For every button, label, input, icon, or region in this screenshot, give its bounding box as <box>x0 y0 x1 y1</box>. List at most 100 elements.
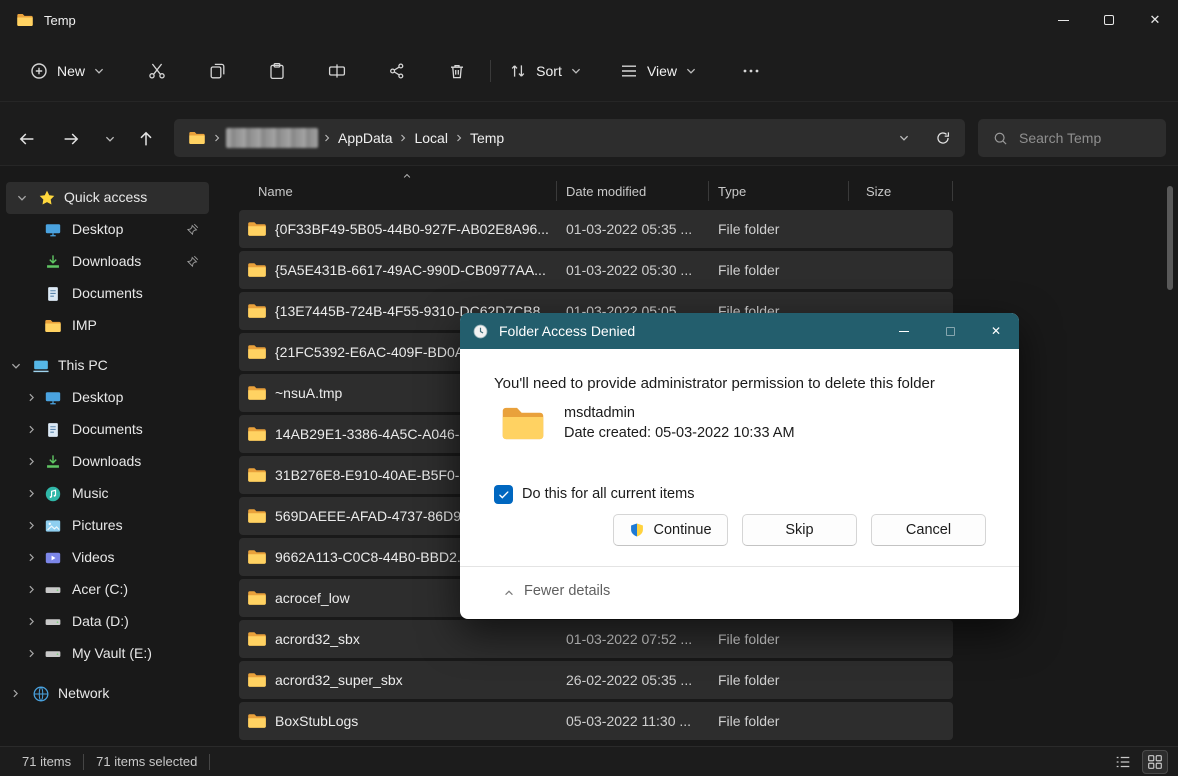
cut-button[interactable] <box>137 53 177 89</box>
vertical-scrollbar[interactable] <box>1167 180 1173 736</box>
share-button[interactable] <box>377 53 417 89</box>
chevron-right-icon[interactable] <box>26 520 37 531</box>
drive-icon <box>44 613 62 631</box>
breadcrumb-temp[interactable]: Temp <box>464 130 510 146</box>
chevron-right-icon[interactable] <box>10 688 21 699</box>
chevron-down-icon[interactable] <box>10 360 22 372</box>
chevron-right-icon[interactable] <box>26 456 37 467</box>
chevron-right-icon[interactable] <box>26 392 37 403</box>
do-for-all-checkbox[interactable] <box>494 485 513 504</box>
breadcrumb-appdata[interactable]: AppData <box>332 130 398 146</box>
column-header-date-modified[interactable]: Date modified <box>566 184 646 199</box>
dialog-message: You'll need to provide administrator per… <box>494 375 935 392</box>
rename-button[interactable] <box>317 53 357 89</box>
sidebar-item-videos[interactable]: Videos <box>0 542 212 574</box>
forward-button[interactable] <box>52 121 90 157</box>
sidebar-item-pictures[interactable]: Pictures <box>0 510 212 542</box>
view-button-label: View <box>647 63 677 79</box>
folder-icon <box>247 590 267 606</box>
dialog-divider <box>460 566 1019 567</box>
paste-button[interactable] <box>257 53 297 89</box>
back-button[interactable] <box>8 121 46 157</box>
up-button[interactable] <box>128 121 164 157</box>
operation-clock-icon <box>472 323 489 340</box>
breadcrumb-separator-icon <box>454 133 464 143</box>
scrollbar-thumb[interactable] <box>1167 186 1173 290</box>
sidebar-item-acer-c[interactable]: Acer (C:) <box>0 574 212 606</box>
chevron-down-icon[interactable] <box>16 192 28 204</box>
folder-icon <box>247 549 267 565</box>
column-divider[interactable] <box>708 181 709 201</box>
sidebar-item-documents[interactable]: Documents <box>0 414 212 446</box>
folder-icon <box>247 221 267 237</box>
sidebar-item-data-d[interactable]: Data (D:) <box>0 606 212 638</box>
sidebar-item-label: Desktop <box>72 389 123 405</box>
dialog-minimize-button[interactable] <box>881 313 927 349</box>
column-divider[interactable] <box>952 181 953 201</box>
sidebar-item-desktop[interactable]: Desktop <box>0 382 212 414</box>
chevron-down-icon <box>93 65 105 77</box>
large-icons-view-button[interactable] <box>1142 750 1168 774</box>
fewer-details-toggle[interactable]: Fewer details <box>524 583 610 599</box>
search-input[interactable] <box>1019 130 1149 146</box>
breadcrumb-local[interactable]: Local <box>408 130 453 146</box>
address-bar[interactable]: AppData Local Temp <box>174 119 965 157</box>
column-header-name[interactable]: Name <box>258 184 293 199</box>
copy-button[interactable] <box>198 53 238 89</box>
continue-button[interactable]: Continue <box>613 514 728 546</box>
sidebar-item-desktop-qa[interactable]: Desktop <box>0 214 212 246</box>
skip-button[interactable]: Skip <box>742 514 857 546</box>
sidebar-item-my-vault-e[interactable]: My Vault (E:) <box>0 638 212 670</box>
chevron-right-icon[interactable] <box>26 616 37 627</box>
cancel-button[interactable]: Cancel <box>871 514 986 546</box>
folder-icon <box>247 303 267 319</box>
redacted-user-segment[interactable] <box>226 128 318 148</box>
column-header-size[interactable]: Size <box>866 184 891 199</box>
refresh-button[interactable] <box>921 120 965 156</box>
chevron-right-icon[interactable] <box>26 584 37 595</box>
sort-button[interactable]: Sort <box>500 53 590 89</box>
file-date: 05-03-2022 11:30 ... <box>566 702 716 740</box>
sidebar-item-imp[interactable]: IMP <box>0 310 212 342</box>
sidebar-item-downloads-qa[interactable]: Downloads <box>0 246 212 278</box>
view-button[interactable]: View <box>612 53 704 89</box>
sidebar-item-music[interactable]: Music <box>0 478 212 510</box>
more-options-button[interactable] <box>731 53 771 89</box>
table-row[interactable]: acrord32_super_sbx 26-02-2022 05:35 ... … <box>239 661 953 699</box>
chevron-right-icon[interactable] <box>26 488 37 499</box>
sidebar-item-label: Network <box>58 685 109 701</box>
sidebar-item-this-pc[interactable]: This PC <box>0 350 212 382</box>
continue-button-label: Continue <box>653 522 711 538</box>
table-row[interactable]: {0F33BF49-5B05-44B0-927F-AB02E8A96... 01… <box>239 210 953 248</box>
table-row[interactable]: {5A5E431B-6617-49AC-990D-CB0977AA... 01-… <box>239 251 953 289</box>
delete-button[interactable] <box>437 53 477 89</box>
dialog-maximize-button[interactable] <box>927 313 973 349</box>
column-header-type[interactable]: Type <box>718 184 746 199</box>
recent-locations-button[interactable] <box>96 121 124 157</box>
arrow-left-icon <box>17 129 37 149</box>
folder-icon <box>247 467 267 483</box>
sidebar-item-documents-qa[interactable]: Documents <box>0 278 212 310</box>
sidebar-item-downloads[interactable]: Downloads <box>0 446 212 478</box>
sidebar-item-network[interactable]: Network <box>0 678 212 710</box>
column-divider[interactable] <box>556 181 557 201</box>
chevron-right-icon[interactable] <box>26 552 37 563</box>
dialog-close-button[interactable]: ✕ <box>973 313 1019 349</box>
new-button[interactable]: New <box>20 53 114 89</box>
sidebar-item-label: My Vault (E:) <box>72 645 152 661</box>
address-dropdown-button[interactable] <box>887 120 921 156</box>
minimize-button[interactable] <box>1040 0 1086 40</box>
checkbox-label[interactable]: Do this for all current items <box>522 486 694 502</box>
cancel-button-label: Cancel <box>906 522 951 538</box>
sidebar-item-quick-access[interactable]: Quick access <box>6 182 209 214</box>
paste-icon <box>267 61 287 81</box>
table-row[interactable]: BoxStubLogs 05-03-2022 11:30 ... File fo… <box>239 702 953 740</box>
chevron-right-icon[interactable] <box>26 424 37 435</box>
chevron-up-icon[interactable] <box>502 587 516 599</box>
close-button[interactable]: ✕ <box>1132 0 1178 40</box>
details-view-button[interactable] <box>1110 750 1136 774</box>
maximize-button[interactable] <box>1086 0 1132 40</box>
table-row[interactable]: acrord32_sbx 01-03-2022 07:52 ... File f… <box>239 620 953 658</box>
chevron-right-icon[interactable] <box>26 648 37 659</box>
column-divider[interactable] <box>848 181 849 201</box>
